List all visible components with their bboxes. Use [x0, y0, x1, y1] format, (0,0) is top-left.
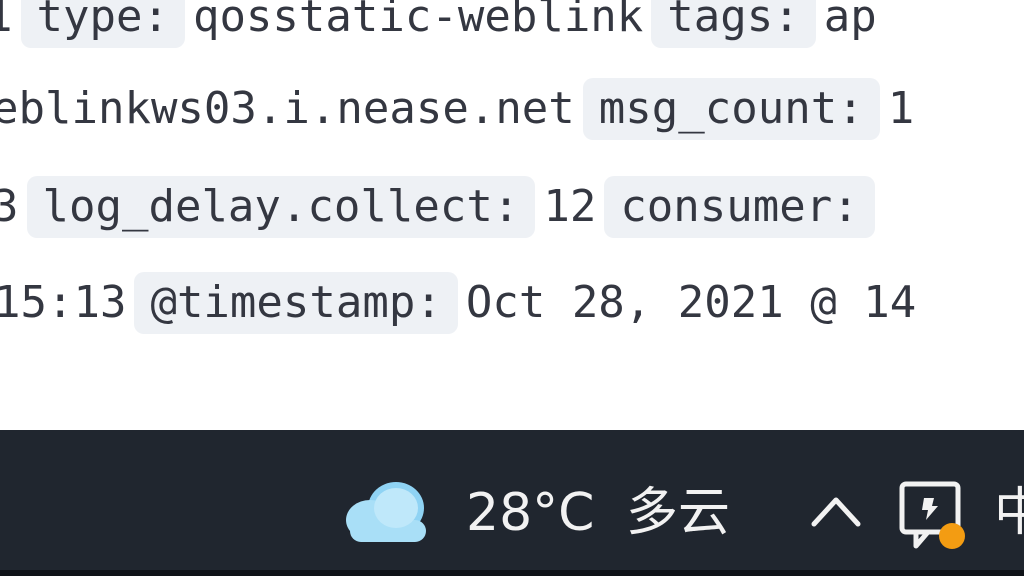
chevron-up-icon[interactable]: [806, 490, 866, 530]
weather-temperature[interactable]: 28°C: [466, 478, 594, 548]
field-value: 1: [887, 83, 915, 134]
log-document-view: 1type:qosstatic-weblinktags:ap eblinkws0…: [0, 0, 1024, 430]
cloud-icon[interactable]: [340, 478, 434, 548]
field-value: ap: [823, 0, 877, 42]
weather-condition[interactable]: 多云: [626, 478, 730, 548]
field-value: 3: [0, 181, 19, 232]
taskbar: 28°C 多云 中: [0, 430, 1024, 576]
field-key[interactable]: log_delay.collect:: [26, 176, 536, 238]
field-value: eblinkws03.i.nease.net: [0, 83, 575, 134]
field-key[interactable]: @timestamp:: [134, 272, 458, 334]
log-line: eblinkws03.i.nease.net msg_count: 1: [0, 76, 918, 140]
field-key[interactable]: tags:: [651, 0, 816, 48]
field-value: Oct 28, 2021 @ 14: [465, 277, 917, 328]
field-value: qosstatic-weblink: [192, 0, 644, 42]
log-line: 15:13 @timestamp: Oct 28, 2021 @ 14: [0, 270, 920, 334]
feedback-hub-icon[interactable]: [896, 476, 968, 552]
field-value: 15:13: [0, 277, 127, 328]
log-line: 3 log_delay.collect: 12 consumer:: [0, 174, 879, 238]
field-key[interactable]: type:: [20, 0, 185, 48]
input-method-indicator[interactable]: 中: [994, 478, 1024, 548]
field-key[interactable]: consumer:: [604, 176, 875, 238]
field-value: 1: [0, 0, 17, 48]
field-value: 12: [543, 181, 597, 232]
taskbar-edge: [0, 570, 1024, 576]
log-line: 1type:qosstatic-weblinktags:ap: [0, 0, 881, 48]
field-key[interactable]: msg_count:: [582, 78, 880, 140]
